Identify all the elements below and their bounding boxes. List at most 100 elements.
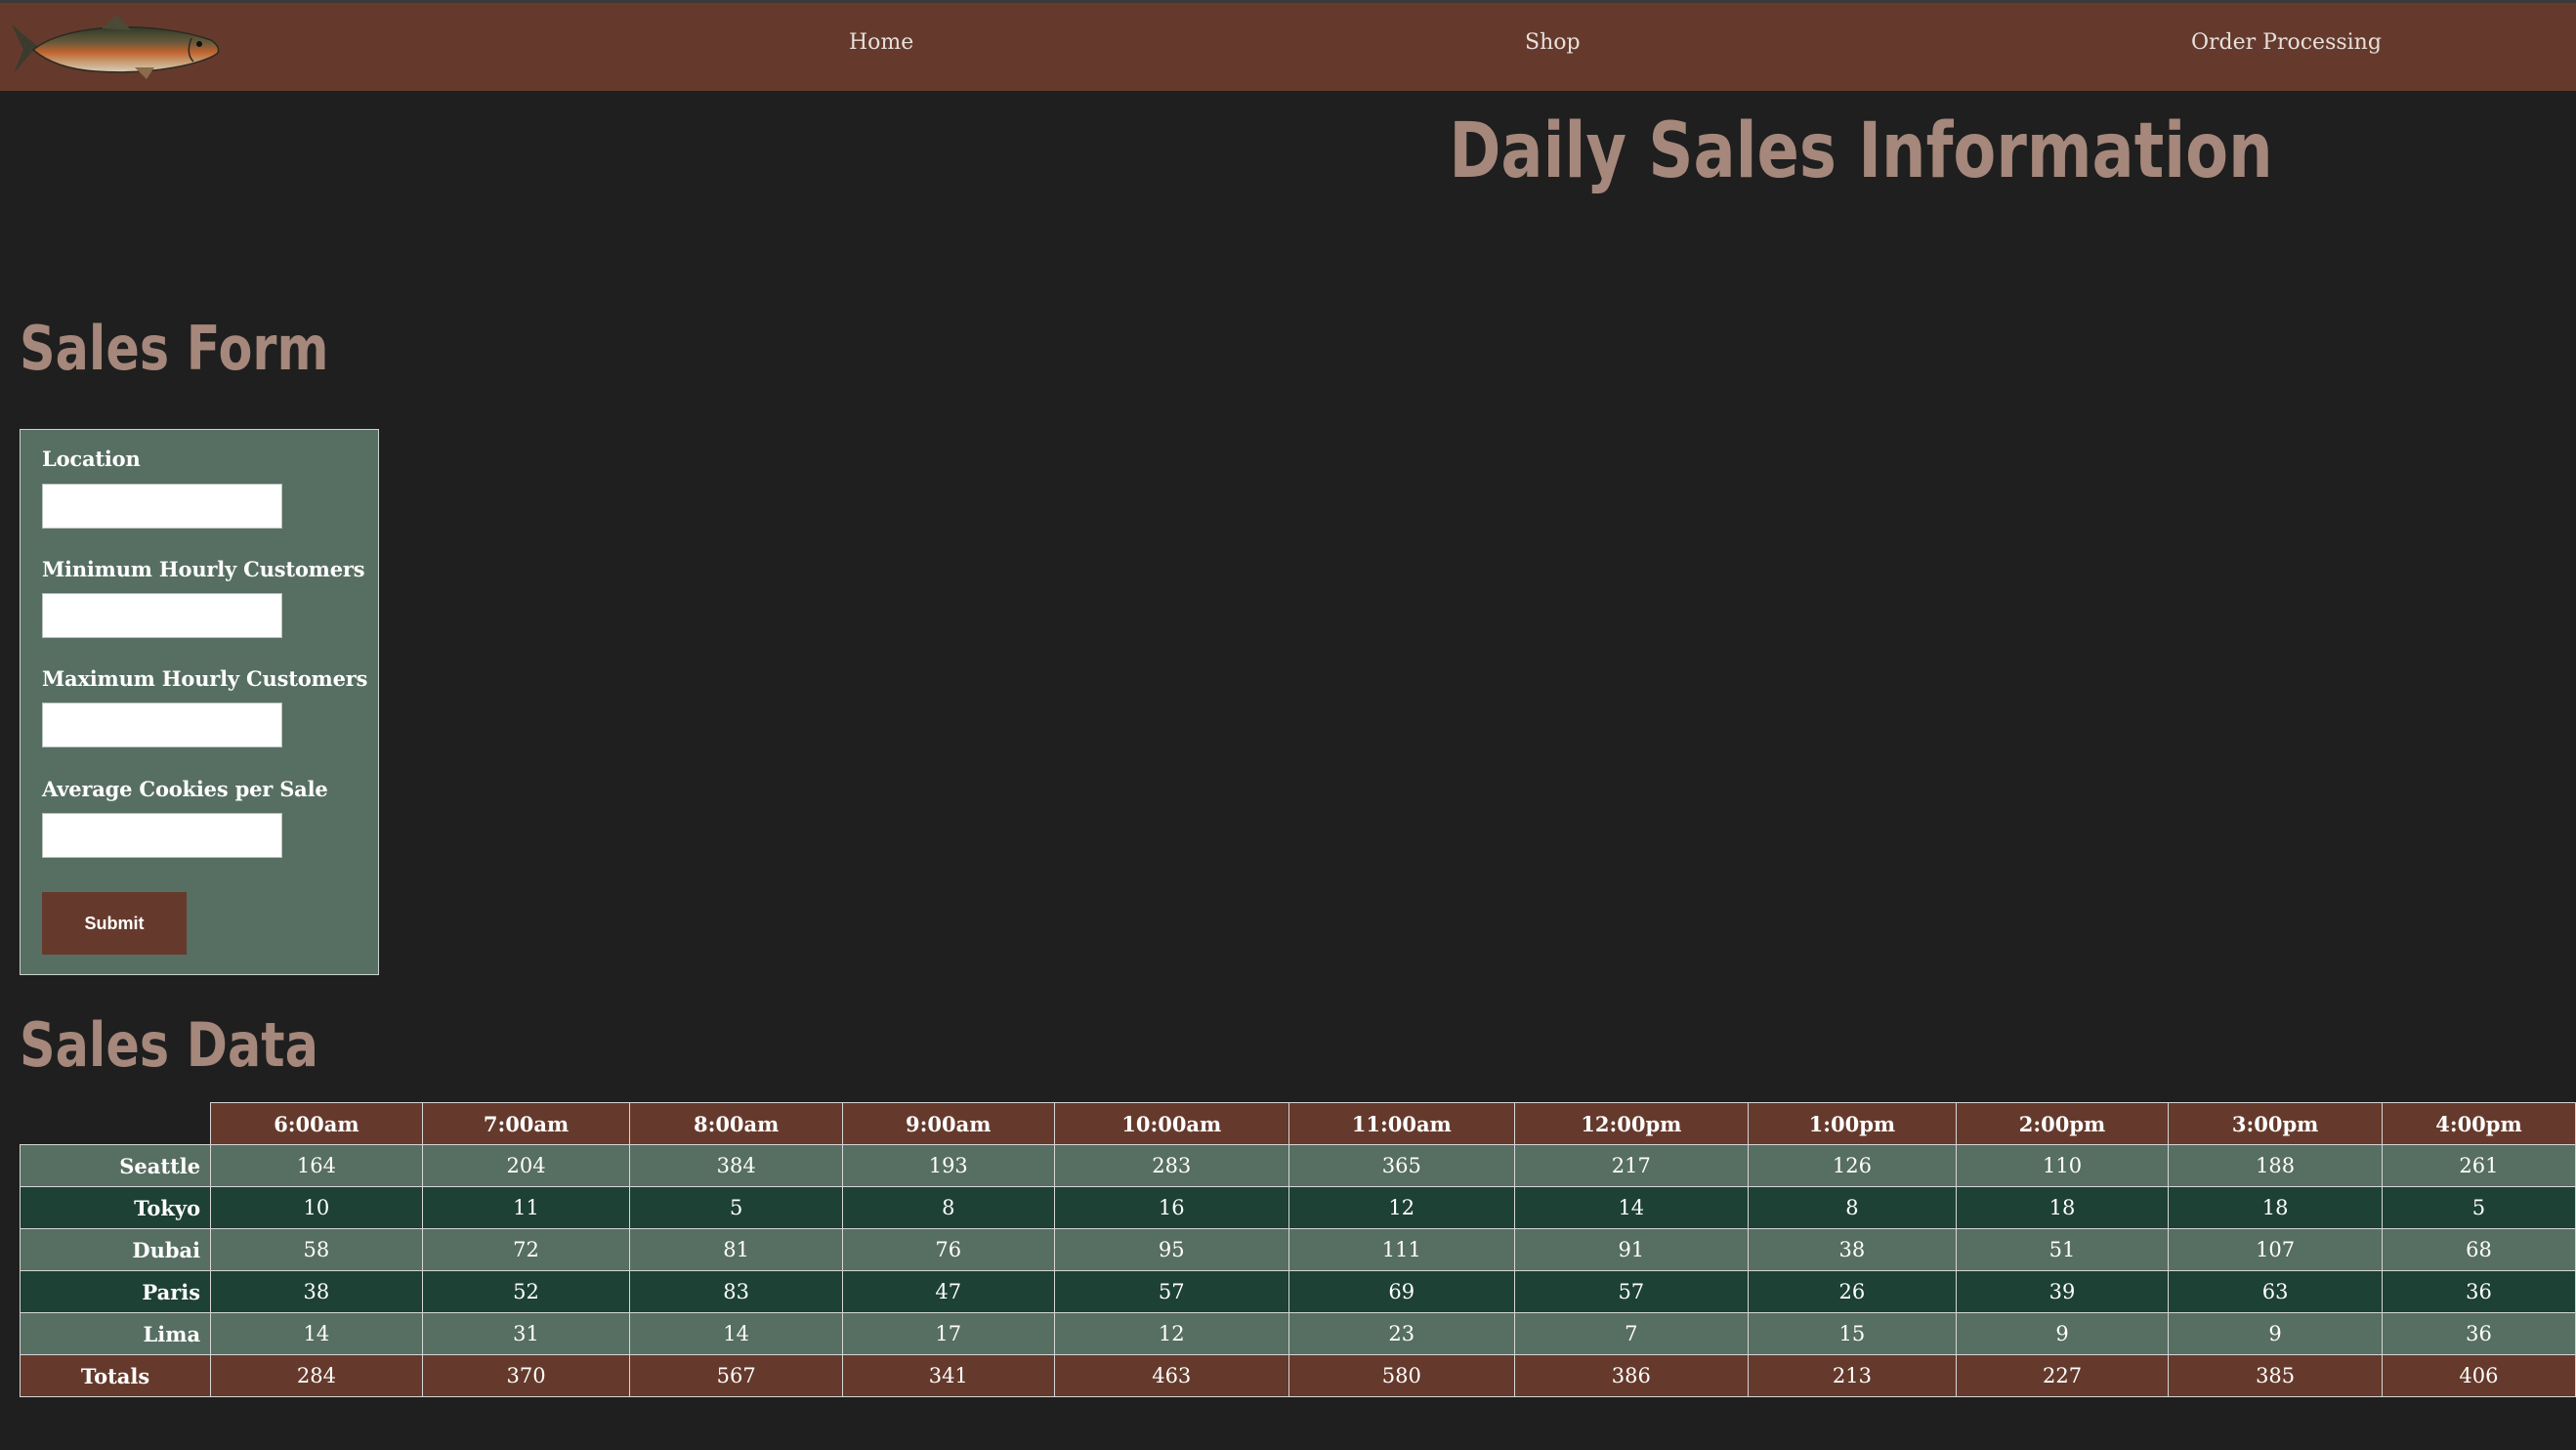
table-cell: 18 bbox=[2168, 1186, 2383, 1229]
hour-header: 1:00pm bbox=[1748, 1102, 1957, 1145]
table-cell: 18 bbox=[1955, 1186, 2170, 1229]
total-cell: 580 bbox=[1288, 1354, 1515, 1397]
table-cell: 193 bbox=[841, 1144, 1055, 1187]
sales-data-heading: Sales Data bbox=[20, 1009, 318, 1081]
location-label: Location bbox=[42, 447, 141, 471]
table-cell: 63 bbox=[2168, 1270, 2383, 1313]
location-name-cell: Seattle bbox=[19, 1144, 212, 1187]
hour-header: 8:00am bbox=[629, 1102, 843, 1145]
table-cell: 38 bbox=[1748, 1228, 1957, 1271]
nav-bar: Home Shop Order Processing bbox=[0, 3, 2576, 91]
table-cell: 14 bbox=[210, 1312, 423, 1355]
sales-form-heading: Sales Form bbox=[20, 313, 329, 384]
table-cell: 8 bbox=[1748, 1186, 1957, 1229]
min-hourly-customers-input[interactable] bbox=[42, 593, 282, 638]
table-header-row: 6:00am 7:00am 8:00am 9:00am 10:00am 11:0… bbox=[21, 1102, 2576, 1145]
table-cell: 76 bbox=[841, 1228, 1055, 1271]
table-cell: 110 bbox=[1955, 1144, 2170, 1187]
table-cell: 83 bbox=[629, 1270, 843, 1313]
hour-header: 2:00pm bbox=[1955, 1102, 2170, 1145]
table-cell: 12 bbox=[1288, 1186, 1515, 1229]
max-hourly-customers-input[interactable] bbox=[42, 703, 282, 747]
table-cell: 7 bbox=[1513, 1312, 1750, 1355]
table-cell: 69 bbox=[1288, 1270, 1515, 1313]
table-cell: 384 bbox=[629, 1144, 843, 1187]
table-cell: 9 bbox=[2168, 1312, 2383, 1355]
hour-header: 11:00am bbox=[1288, 1102, 1515, 1145]
table-cell: 17 bbox=[841, 1312, 1055, 1355]
table-cell: 10 bbox=[210, 1186, 423, 1229]
table-cell: 5 bbox=[629, 1186, 843, 1229]
hour-header: 3:00pm bbox=[2168, 1102, 2383, 1145]
hour-header: 6:00am bbox=[210, 1102, 423, 1145]
table-row: Seattle 164 204 384 193 283 365 217 126 … bbox=[19, 1144, 2576, 1187]
table-cell: 14 bbox=[1513, 1186, 1750, 1229]
table-cell: 217 bbox=[1513, 1144, 1750, 1187]
table-cell: 36 bbox=[2381, 1312, 2576, 1355]
total-cell: 227 bbox=[1955, 1354, 2170, 1397]
table-cell: 8 bbox=[841, 1186, 1055, 1229]
table-cell: 47 bbox=[841, 1270, 1055, 1313]
avg-cookies-per-sale-label: Average Cookies per Sale bbox=[42, 777, 328, 801]
hour-header: 7:00am bbox=[421, 1102, 631, 1145]
sales-form: Location Minimum Hourly Customers Maximu… bbox=[20, 429, 379, 975]
table-cell: 283 bbox=[1053, 1144, 1289, 1187]
table-cell: 57 bbox=[1513, 1270, 1750, 1313]
avg-cookies-per-sale-input[interactable] bbox=[42, 813, 282, 858]
nav-order-processing-link[interactable]: Order Processing bbox=[2191, 30, 2382, 55]
total-cell: 386 bbox=[1513, 1354, 1750, 1397]
nav-home-link[interactable]: Home bbox=[849, 30, 913, 55]
totals-row: Totals 284 370 567 341 463 580 386 213 2… bbox=[19, 1354, 2576, 1397]
table-cell: 365 bbox=[1288, 1144, 1515, 1187]
page-title: Daily Sales Information bbox=[1449, 107, 2273, 195]
table-cell: 58 bbox=[210, 1228, 423, 1271]
table-cell: 126 bbox=[1748, 1144, 1957, 1187]
submit-button[interactable]: Submit bbox=[42, 892, 187, 955]
table-row: Lima 14 31 14 17 12 23 7 15 9 9 36 bbox=[19, 1312, 2576, 1355]
table-cell: 188 bbox=[2168, 1144, 2383, 1187]
table-cell: 52 bbox=[421, 1270, 631, 1313]
nav-shop-link[interactable]: Shop bbox=[1525, 30, 1581, 55]
total-cell: 370 bbox=[421, 1354, 631, 1397]
table-cell: 51 bbox=[1955, 1228, 2170, 1271]
table-cell: 16 bbox=[1053, 1186, 1289, 1229]
table-row: Tokyo 10 11 5 8 16 12 14 8 18 18 5 bbox=[19, 1186, 2576, 1229]
table-row: Paris 38 52 83 47 57 69 57 26 39 63 36 bbox=[19, 1270, 2576, 1313]
total-cell: 406 bbox=[2381, 1354, 2576, 1397]
total-cell: 341 bbox=[841, 1354, 1055, 1397]
sales-data-table: 6:00am 7:00am 8:00am 9:00am 10:00am 11:0… bbox=[19, 1102, 2576, 1397]
table-cell: 81 bbox=[629, 1228, 843, 1271]
salmon-fish-logo-icon[interactable] bbox=[8, 11, 223, 87]
location-name-cell: Paris bbox=[19, 1270, 212, 1313]
table-cell: 111 bbox=[1288, 1228, 1515, 1271]
table-cell: 36 bbox=[2381, 1270, 2576, 1313]
table-cell: 39 bbox=[1955, 1270, 2170, 1313]
total-cell: 567 bbox=[629, 1354, 843, 1397]
table-cell: 72 bbox=[421, 1228, 631, 1271]
hour-header: 4:00pm bbox=[2381, 1102, 2576, 1145]
table-cell: 95 bbox=[1053, 1228, 1289, 1271]
location-name-cell: Lima bbox=[19, 1312, 212, 1355]
total-cell: 463 bbox=[1053, 1354, 1289, 1397]
table-cell: 12 bbox=[1053, 1312, 1289, 1355]
min-hourly-customers-label: Minimum Hourly Customers bbox=[42, 557, 365, 581]
hour-header: 10:00am bbox=[1053, 1102, 1289, 1145]
total-cell: 385 bbox=[2168, 1354, 2383, 1397]
location-input[interactable] bbox=[42, 484, 282, 529]
table-cell: 11 bbox=[421, 1186, 631, 1229]
table-cell: 91 bbox=[1513, 1228, 1750, 1271]
totals-label-cell: Totals bbox=[19, 1354, 212, 1397]
table-cell: 107 bbox=[2168, 1228, 2383, 1271]
table-cell: 261 bbox=[2381, 1144, 2576, 1187]
total-cell: 284 bbox=[210, 1354, 423, 1397]
hour-header: 12:00pm bbox=[1513, 1102, 1750, 1145]
table-row: Dubai 58 72 81 76 95 111 91 38 51 107 68 bbox=[19, 1228, 2576, 1271]
table-cell: 68 bbox=[2381, 1228, 2576, 1271]
table-cell: 26 bbox=[1748, 1270, 1957, 1313]
total-cell: 213 bbox=[1748, 1354, 1957, 1397]
table-cell: 204 bbox=[421, 1144, 631, 1187]
location-name-cell: Dubai bbox=[19, 1228, 212, 1271]
table-cell: 164 bbox=[210, 1144, 423, 1187]
table-cell: 5 bbox=[2381, 1186, 2576, 1229]
table-cell: 57 bbox=[1053, 1270, 1289, 1313]
